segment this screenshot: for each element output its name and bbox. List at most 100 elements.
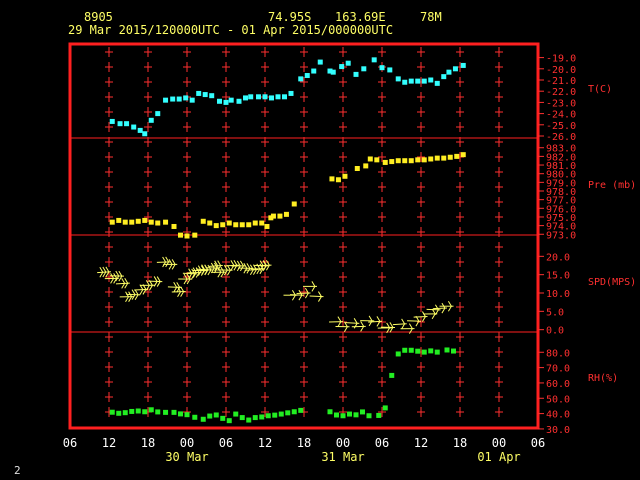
- x-tick-label: 06: [219, 436, 233, 450]
- rh-point: [421, 349, 427, 355]
- wind-barb-flag: [121, 278, 126, 284]
- wind-barb-flag: [447, 305, 452, 312]
- rh-point: [340, 413, 346, 419]
- x-date-label: 01 Apr: [477, 450, 520, 464]
- pressure-point: [163, 219, 169, 225]
- pressure-point: [192, 232, 198, 238]
- temperature-point: [243, 95, 248, 101]
- temperature-point: [117, 121, 123, 127]
- rh-point: [360, 409, 365, 415]
- pressure-point: [116, 217, 122, 223]
- temperature-point: [137, 127, 143, 133]
- rh-point: [213, 412, 219, 418]
- pressure-point: [109, 219, 115, 225]
- rh-point: [148, 407, 154, 413]
- temperature-point: [361, 66, 367, 72]
- pressure-point: [264, 223, 270, 229]
- x-date-label: 30 Mar: [165, 450, 208, 464]
- pressure-point: [291, 201, 297, 207]
- rh-point: [376, 412, 382, 418]
- wind-barb-flag: [408, 323, 413, 329]
- rh-point: [259, 414, 265, 420]
- pressure-point: [252, 220, 258, 226]
- wind-barb-flag: [360, 326, 365, 332]
- wind-barb-flag: [139, 289, 144, 295]
- rh-point: [226, 418, 232, 424]
- temperature-point: [183, 95, 189, 101]
- pressure-point: [342, 173, 348, 179]
- temperature-point: [371, 57, 377, 63]
- rh-point: [278, 411, 284, 417]
- wind-barb-flag: [311, 281, 316, 287]
- rh-point: [135, 408, 141, 414]
- wind-barb-flag: [186, 278, 191, 285]
- wind-barb-flag: [110, 278, 115, 284]
- rh-point: [272, 412, 278, 418]
- temperature-point: [298, 76, 304, 82]
- temperature-point: [353, 71, 359, 77]
- x-tick-label: 18: [453, 436, 467, 450]
- wind-barb-flag: [249, 269, 254, 276]
- rh-point: [428, 348, 434, 354]
- pressure-point: [374, 157, 380, 163]
- pressure-point: [207, 220, 213, 226]
- wind-barb-flag: [153, 281, 158, 287]
- temperature-point: [330, 69, 336, 75]
- wind-barb-flag: [304, 292, 309, 299]
- pressure-point: [142, 217, 148, 223]
- wind-barb-flag: [168, 264, 173, 270]
- pressure-point: [184, 233, 190, 239]
- wind-barb-flag: [246, 263, 251, 269]
- wind-barb-flag: [162, 256, 167, 263]
- temperature-tick-label: -26.0: [546, 132, 576, 143]
- rh-point: [402, 347, 408, 353]
- wind-barb-flag: [102, 271, 107, 278]
- pressure-point: [335, 177, 341, 183]
- temperature-point: [460, 62, 466, 68]
- wind-barb-flag: [171, 259, 176, 265]
- wind-barb-flag: [431, 313, 436, 320]
- wind-barb-flag: [421, 316, 426, 322]
- wind-barb-flag: [256, 263, 261, 270]
- pressure-point: [270, 213, 276, 219]
- wind-barb-flag: [265, 259, 270, 266]
- wind-barb-flag: [217, 271, 222, 278]
- wind-barb-flag: [311, 286, 316, 292]
- pressure-point: [171, 223, 177, 229]
- pressure-point: [155, 220, 161, 226]
- pressure-point: [447, 154, 453, 160]
- temperature-point: [269, 95, 274, 101]
- pressure-point: [233, 222, 239, 228]
- rh-point: [265, 413, 271, 419]
- wind-barb-flag: [376, 316, 381, 322]
- temperature-point: [236, 98, 242, 104]
- wind-barb-flag: [226, 269, 231, 276]
- wind-barb-flag: [447, 300, 452, 307]
- temperature-point: [228, 97, 234, 103]
- temperature-point: [339, 64, 345, 70]
- rh-point: [129, 408, 135, 414]
- pressure-point: [428, 156, 434, 162]
- temperature-point: [434, 80, 440, 86]
- wind-barb-flag: [434, 304, 439, 311]
- wind-barb-flag: [220, 271, 225, 278]
- wind-barb-flag: [105, 271, 110, 278]
- wind-barb-flag: [239, 260, 244, 267]
- pressure-point: [122, 219, 128, 225]
- rh-point: [184, 412, 190, 418]
- wind-tick-label: 20.0: [546, 252, 570, 263]
- pressure-point: [129, 219, 135, 225]
- wind-barb-flag: [128, 296, 133, 302]
- wind-tick-label: 10.0: [546, 289, 570, 300]
- wind-barb-flag: [441, 302, 446, 309]
- temperature-point: [446, 69, 452, 75]
- rh-point: [122, 410, 128, 416]
- temperature-point: [379, 65, 385, 71]
- temperature-point: [395, 76, 401, 82]
- pressure-point: [395, 158, 401, 164]
- wind-tick-label: 0.0: [546, 326, 564, 337]
- temperature-point: [402, 79, 408, 85]
- wind-barb-flag: [156, 281, 161, 287]
- wind-barb-flag: [401, 323, 406, 330]
- wind-barb-flag: [217, 260, 222, 266]
